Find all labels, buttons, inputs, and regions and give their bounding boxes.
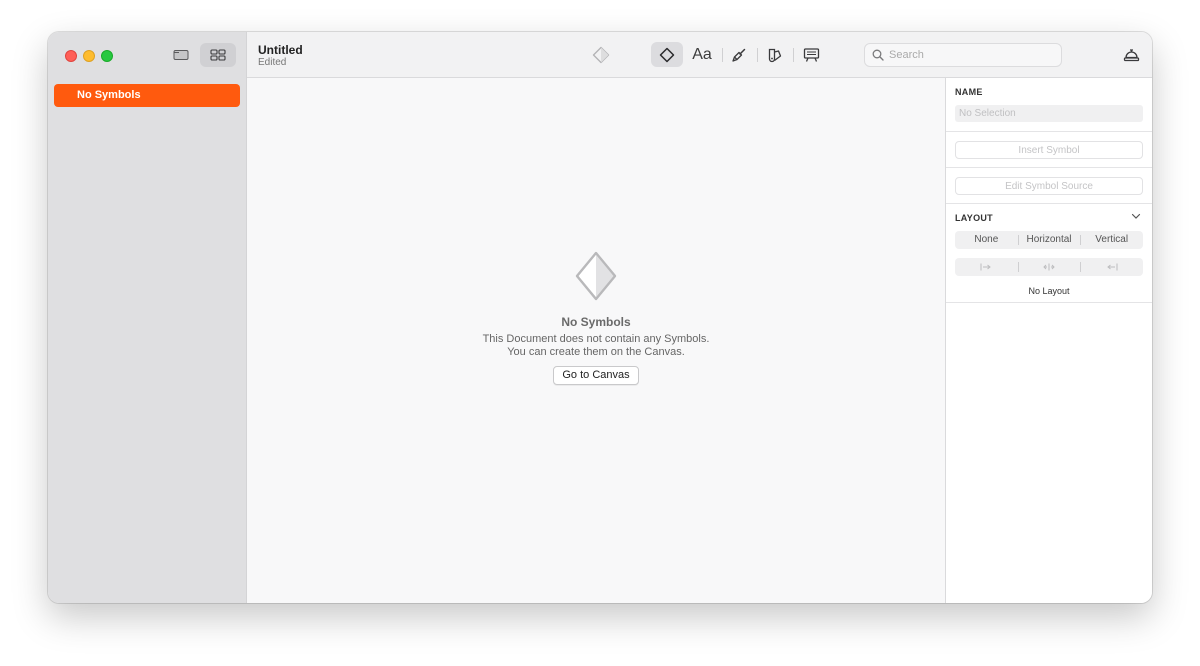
grid-view-icon	[210, 49, 226, 61]
symbols-canvas: No Symbols This Document does not contai…	[247, 78, 945, 603]
align-left-icon	[980, 263, 992, 271]
empty-state-message: This Document does not contain any Symbo…	[482, 333, 710, 345]
single-view-button[interactable]	[163, 43, 199, 67]
go-to-canvas-button[interactable]: Go to Canvas	[553, 366, 639, 385]
text-styles-toolbar-button[interactable]: Aa	[686, 42, 718, 67]
service-bell-icon	[1123, 48, 1139, 61]
toolbar-separator	[757, 48, 758, 62]
symbols-toolbar-button[interactable]	[585, 42, 617, 67]
layout-option-horizontal[interactable]: Horizontal	[1017, 231, 1081, 249]
name-section: NAME No Selection	[946, 78, 1152, 132]
edit-source-section: Edit Symbol Source	[946, 168, 1152, 204]
insert-section: Insert Symbol	[946, 132, 1152, 168]
align-right-option[interactable]	[1080, 258, 1143, 276]
name-label: NAME	[955, 87, 983, 97]
no-layout-label: No Layout	[1028, 286, 1070, 296]
empty-state-title: No Symbols	[561, 315, 631, 329]
empty-state-hint: You can create them on the Canvas.	[507, 346, 685, 358]
single-view-icon	[173, 50, 189, 60]
grid-view-button[interactable]	[200, 43, 236, 67]
insert-symbol-button[interactable]: Insert Symbol	[955, 141, 1143, 159]
sidebar-list: No Symbols	[54, 84, 240, 107]
inspector-panel: NAME No Selection Insert Symbol Edit Sym…	[945, 78, 1152, 603]
document-title: Untitled	[258, 43, 303, 57]
empty-state: No Symbols This Document does not contai…	[247, 250, 945, 385]
document-status: Edited	[258, 57, 287, 68]
align-left-option[interactable]	[955, 258, 1018, 276]
sidebar: No Symbols	[48, 32, 247, 603]
toolbar: Untitled Edited Aa	[247, 32, 1152, 78]
edit-symbol-source-button[interactable]: Edit Symbol Source	[955, 177, 1143, 195]
sidebar-item-label: No Symbols	[77, 89, 141, 101]
easel-icon	[803, 47, 819, 62]
diamond-icon	[659, 47, 675, 62]
layout-option-vertical[interactable]: Vertical	[1080, 231, 1143, 249]
search-box[interactable]	[864, 43, 1062, 67]
brush-icon	[732, 48, 746, 62]
search-icon	[872, 49, 884, 61]
search-input[interactable]	[889, 47, 1057, 63]
align-center-option[interactable]	[1017, 258, 1081, 276]
zoom-window-button[interactable]	[101, 50, 113, 62]
layout-label: LAYOUT	[955, 213, 993, 223]
cloud-share-toolbar-button[interactable]	[1115, 42, 1147, 67]
app-window: No Symbols Untitled Edited Aa Search No …	[48, 32, 1152, 603]
layout-direction-control: None Horizontal Vertical	[955, 231, 1143, 249]
sidebar-item-no-symbols[interactable]: No Symbols	[54, 84, 240, 107]
presentation-toolbar-button[interactable]	[795, 42, 827, 67]
align-center-icon	[1043, 263, 1055, 271]
layout-section: LAYOUT None Horizontal Vertical No Layou…	[946, 204, 1152, 303]
align-right-icon	[1106, 263, 1118, 271]
layout-alignment-control	[955, 258, 1143, 276]
text-style-label: Aa	[692, 45, 712, 63]
layer-styles-toolbar-button[interactable]	[723, 42, 755, 67]
symbol-icon	[592, 46, 610, 63]
close-window-button[interactable]	[65, 50, 77, 62]
insert-symbol-toolbar-button[interactable]	[651, 42, 683, 67]
layout-option-none[interactable]: None	[955, 231, 1018, 249]
chevron-down-icon[interactable]	[1131, 213, 1141, 220]
symbol-name-field[interactable]: No Selection	[955, 105, 1143, 122]
color-swatch-icon	[768, 48, 782, 62]
minimize-window-button[interactable]	[83, 50, 95, 62]
color-variables-toolbar-button[interactable]	[759, 42, 791, 67]
symbol-placeholder-icon	[575, 251, 617, 301]
toolbar-separator	[793, 48, 794, 62]
